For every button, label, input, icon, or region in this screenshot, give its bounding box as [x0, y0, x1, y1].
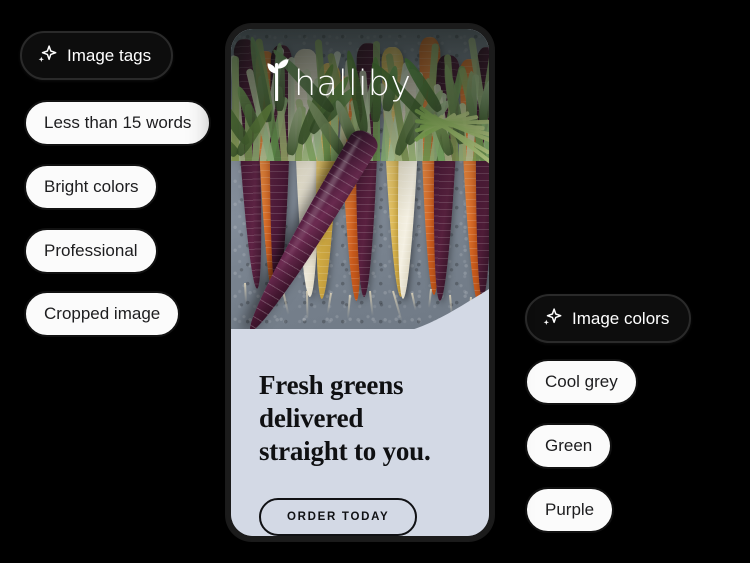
tag-chip[interactable]: Purple	[525, 487, 615, 533]
headline-line: Fresh greens	[259, 370, 404, 400]
tag-label: Less than 15 words	[44, 113, 192, 132]
tag-chip[interactable]: Bright colors	[24, 164, 159, 210]
hero-carrot-greens	[411, 87, 489, 165]
wave-divider	[231, 289, 489, 347]
tag-label: Cropped image	[44, 304, 161, 323]
headline-line: straight to you.	[259, 435, 431, 466]
ad-preview-screen: halliby Fresh greens delivered straight …	[231, 29, 489, 536]
tag-label: Cool grey	[545, 372, 618, 391]
panel-header-label: Image colors	[572, 308, 670, 328]
tag-chip[interactable]: Green	[525, 423, 613, 469]
tag-chip[interactable]: Professional	[24, 228, 158, 274]
tag-label: Purple	[545, 500, 595, 519]
sparkle-icon	[541, 307, 563, 329]
tag-chip[interactable]: Cropped image	[24, 291, 181, 337]
leaf-sprout-icon	[265, 55, 295, 102]
sparkle-icon	[36, 44, 58, 66]
tag-chip[interactable]: Less than 15 words	[24, 100, 212, 146]
ad-copy-panel: Fresh greens delivered straight to you. …	[231, 329, 489, 536]
tag-label: Professional	[44, 241, 138, 260]
tag-chip[interactable]: Cool grey	[525, 359, 638, 405]
canvas: Image tags Less than 15 words Bright col…	[0, 0, 750, 563]
tag-label: Bright colors	[44, 177, 139, 196]
brand-name: halliby	[294, 64, 412, 105]
panel-header-image-colors[interactable]: Image colors	[525, 294, 692, 343]
phone-mockup[interactable]: halliby Fresh greens delivered straight …	[226, 24, 494, 541]
panel-header-label: Image tags	[67, 45, 152, 65]
order-today-button[interactable]: ORDER TODAY	[259, 497, 418, 536]
ad-headline: Fresh greens delivered straight to you.	[259, 369, 461, 468]
brand-logo: halliby	[265, 55, 412, 105]
tag-label: Green	[545, 436, 593, 455]
headline-line: delivered	[259, 402, 364, 433]
panel-header-image-tags[interactable]: Image tags	[20, 31, 174, 80]
